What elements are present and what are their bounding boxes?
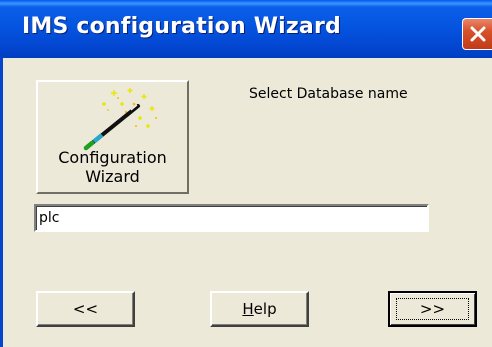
help-button[interactable]: Help — [210, 291, 309, 327]
help-mnemonic: H — [242, 300, 254, 318]
next-button[interactable]: >> — [388, 291, 477, 327]
help-label: elp — [253, 300, 277, 318]
wizard-window: IMS configuration Wizard Configuration W… — [0, 0, 492, 347]
next-label: >> — [419, 300, 446, 318]
window-title: IMS configuration Wizard — [22, 14, 341, 39]
select-database-label: Select Database name — [249, 86, 408, 102]
wizard-label: Configuration Wizard — [58, 148, 167, 186]
back-button[interactable]: << — [36, 291, 135, 327]
database-name-input[interactable] — [34, 204, 429, 232]
magic-wand-icon — [83, 88, 157, 151]
close-button[interactable] — [462, 18, 492, 50]
title-bar[interactable]: IMS configuration Wizard — [0, 0, 492, 58]
close-icon — [470, 26, 486, 42]
wizard-logo-panel: Configuration Wizard — [36, 80, 189, 194]
dialog-body: Configuration Wizard Select Database nam… — [0, 58, 492, 347]
